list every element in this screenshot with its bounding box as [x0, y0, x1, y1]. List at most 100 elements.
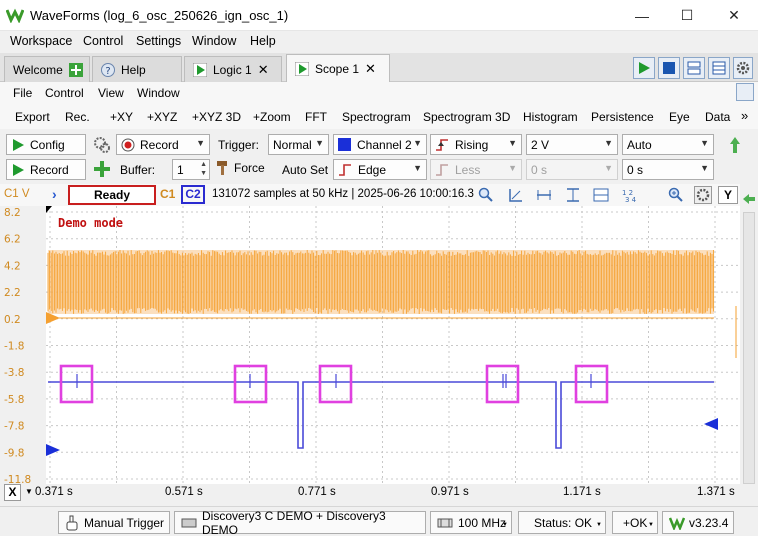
cursor-icon[interactable]: [508, 187, 524, 203]
tools-more-button[interactable]: »: [741, 108, 748, 123]
config-label: Config: [30, 137, 65, 152]
trigger-auto-select[interactable]: Auto ▼: [622, 134, 714, 155]
chevron-down-icon: ▼: [508, 138, 517, 148]
layout-button[interactable]: [708, 57, 730, 79]
chevron-down-icon: ▼: [604, 163, 613, 173]
hammer-icon: [217, 161, 227, 175]
manual-trigger-button[interactable]: Manual Trigger: [58, 511, 170, 534]
trigger-edge-select[interactable]: Rising ▼: [430, 134, 522, 155]
chevron-down-icon: ▼: [508, 163, 517, 173]
tool-xyz[interactable]: +XYZ: [147, 110, 177, 124]
tool-spectrogram-3d[interactable]: Spectrogram 3D: [423, 110, 510, 124]
menu-settings[interactable]: Settings: [136, 34, 181, 48]
y-tick-label: 8.2: [4, 207, 21, 219]
tab-welcome[interactable]: Welcome: [4, 56, 90, 82]
scope-menu-view[interactable]: View: [98, 86, 124, 100]
horizontal-measure-icon[interactable]: [536, 187, 552, 203]
ok-button[interactable]: +OK ▼: [612, 511, 658, 534]
stepper-arrows-icon[interactable]: ▲ ▼: [200, 160, 207, 178]
tool-zoom[interactable]: +Zoom: [253, 110, 291, 124]
add-plus-icon[interactable]: [68, 62, 83, 77]
trigger-position-input[interactable]: 0 s ▼: [622, 159, 714, 180]
status-button[interactable]: Status: OK ▼: [518, 511, 606, 534]
scope-layout-button[interactable]: [736, 83, 754, 101]
tab-help[interactable]: ? Help: [92, 56, 182, 82]
minimize-button[interactable]: —: [620, 0, 664, 31]
menu-control[interactable]: Control: [83, 34, 123, 48]
config-button[interactable]: Config: [6, 134, 86, 155]
scope-menu-control[interactable]: Control: [45, 86, 84, 100]
channel-2-toggle[interactable]: C2: [181, 185, 205, 204]
tab-logic-1[interactable]: Logic 1 ✕: [184, 56, 282, 82]
stop-all-button[interactable]: [658, 57, 680, 79]
trigger-position-value: 0 s: [627, 162, 644, 177]
clock-select-button[interactable]: 100 MHz ▼: [430, 511, 512, 534]
settings-button[interactable]: [733, 57, 753, 79]
close-tab-icon[interactable]: ✕: [258, 62, 269, 78]
menu-help[interactable]: Help: [250, 34, 276, 48]
expand-arrow-icon[interactable]: ›: [52, 186, 57, 202]
chevron-down-icon[interactable]: ▼: [25, 487, 33, 496]
mode-select[interactable]: Record ▼: [116, 134, 210, 155]
tool-xy[interactable]: +XY: [110, 110, 133, 124]
scroll-up-arrow-icon[interactable]: [729, 136, 741, 157]
channel-1-waveform: [47, 250, 715, 319]
buffer-stepper[interactable]: 1 ▲ ▼: [172, 159, 210, 180]
trigger-condition-select[interactable]: Less ▼: [430, 159, 522, 180]
x-tick-label: 0.571 s: [165, 486, 203, 498]
zoom-in-icon[interactable]: [668, 187, 684, 203]
close-button[interactable]: ✕: [712, 0, 756, 31]
x-tick-label: 0.971 s: [431, 486, 469, 498]
autoset-button[interactable]: Auto Set: [282, 163, 328, 177]
holdoff-input[interactable]: 0 s ▼: [526, 159, 618, 180]
scope-menu-window[interactable]: Window: [137, 86, 180, 100]
tool-spectrogram[interactable]: Spectrogram: [342, 110, 411, 124]
view-settings-gear-icon[interactable]: [694, 186, 712, 204]
tool-data[interactable]: Data: [705, 110, 730, 124]
dock-button[interactable]: [683, 57, 705, 79]
scope-plot[interactable]: 8.2 6.2 4.2 2.2 0.2 -1.8 -3.8 -5.8 -7.8 -9.8 -11.8…: [0, 206, 740, 484]
trigger-level-input[interactable]: 2 V ▼: [526, 134, 618, 155]
measure-table-icon[interactable]: [593, 187, 609, 203]
trigger-source-select[interactable]: Channel 2 ▼: [333, 134, 427, 155]
force-button[interactable]: Force: [216, 160, 265, 176]
svg-text:3 4: 3 4: [625, 196, 637, 203]
tool-export[interactable]: Export: [15, 110, 50, 124]
channel-1-toggle[interactable]: C1: [160, 187, 175, 201]
zoom-icon[interactable]: [478, 187, 494, 203]
tool-rec[interactable]: Rec.: [65, 110, 90, 124]
tab-scope-1[interactable]: Scope 1 ✕: [286, 54, 390, 83]
tool-eye[interactable]: Eye: [669, 110, 690, 124]
add-channel-icon[interactable]: [93, 160, 111, 181]
tool-histogram[interactable]: Histogram: [523, 110, 578, 124]
vertical-scrollbar[interactable]: [743, 212, 755, 484]
demo-mode-label: Demo mode: [58, 216, 123, 230]
run-icon: [639, 62, 650, 74]
y-axis-button[interactable]: Y: [718, 186, 738, 204]
trigger-type-select[interactable]: Edge ▼: [333, 159, 427, 180]
record-button[interactable]: Record: [6, 159, 86, 180]
numbering-icon[interactable]: 1 23 4: [621, 187, 639, 203]
collapse-left-arrow-icon[interactable]: [742, 192, 756, 206]
x-axis-button[interactable]: X: [4, 484, 21, 501]
trigger-mode-select[interactable]: Normal ▼: [268, 134, 329, 155]
menu-window[interactable]: Window: [192, 34, 236, 48]
vertical-measure-icon[interactable]: [565, 187, 581, 203]
run-all-button[interactable]: [633, 57, 655, 79]
title-bar: WaveForms (log_6_osc_250626_ign_osc_1) —…: [0, 0, 758, 31]
maximize-button[interactable]: ☐: [665, 0, 709, 31]
main-menu: Workspace Control Settings Window Help: [0, 31, 758, 53]
tool-fft[interactable]: FFT: [305, 110, 327, 124]
scope-menu-file[interactable]: File: [13, 86, 32, 100]
menu-workspace[interactable]: Workspace: [10, 34, 72, 48]
chevron-down-icon: ▼: [700, 163, 709, 173]
layout-icon: [712, 61, 726, 75]
tool-xyz-3d[interactable]: +XYZ 3D: [192, 110, 241, 124]
tool-persistence[interactable]: Persistence: [591, 110, 654, 124]
device-select-button[interactable]: Discovery3 C DEMO + Discovery3 DEMO: [174, 509, 426, 536]
config-settings-icon[interactable]: [93, 136, 111, 154]
version-button[interactable]: v3.23.4: [662, 511, 734, 534]
close-tab-icon[interactable]: ✕: [365, 61, 376, 77]
channel-color-swatch: [338, 138, 351, 151]
y-tick-label: 0.2: [4, 314, 21, 326]
